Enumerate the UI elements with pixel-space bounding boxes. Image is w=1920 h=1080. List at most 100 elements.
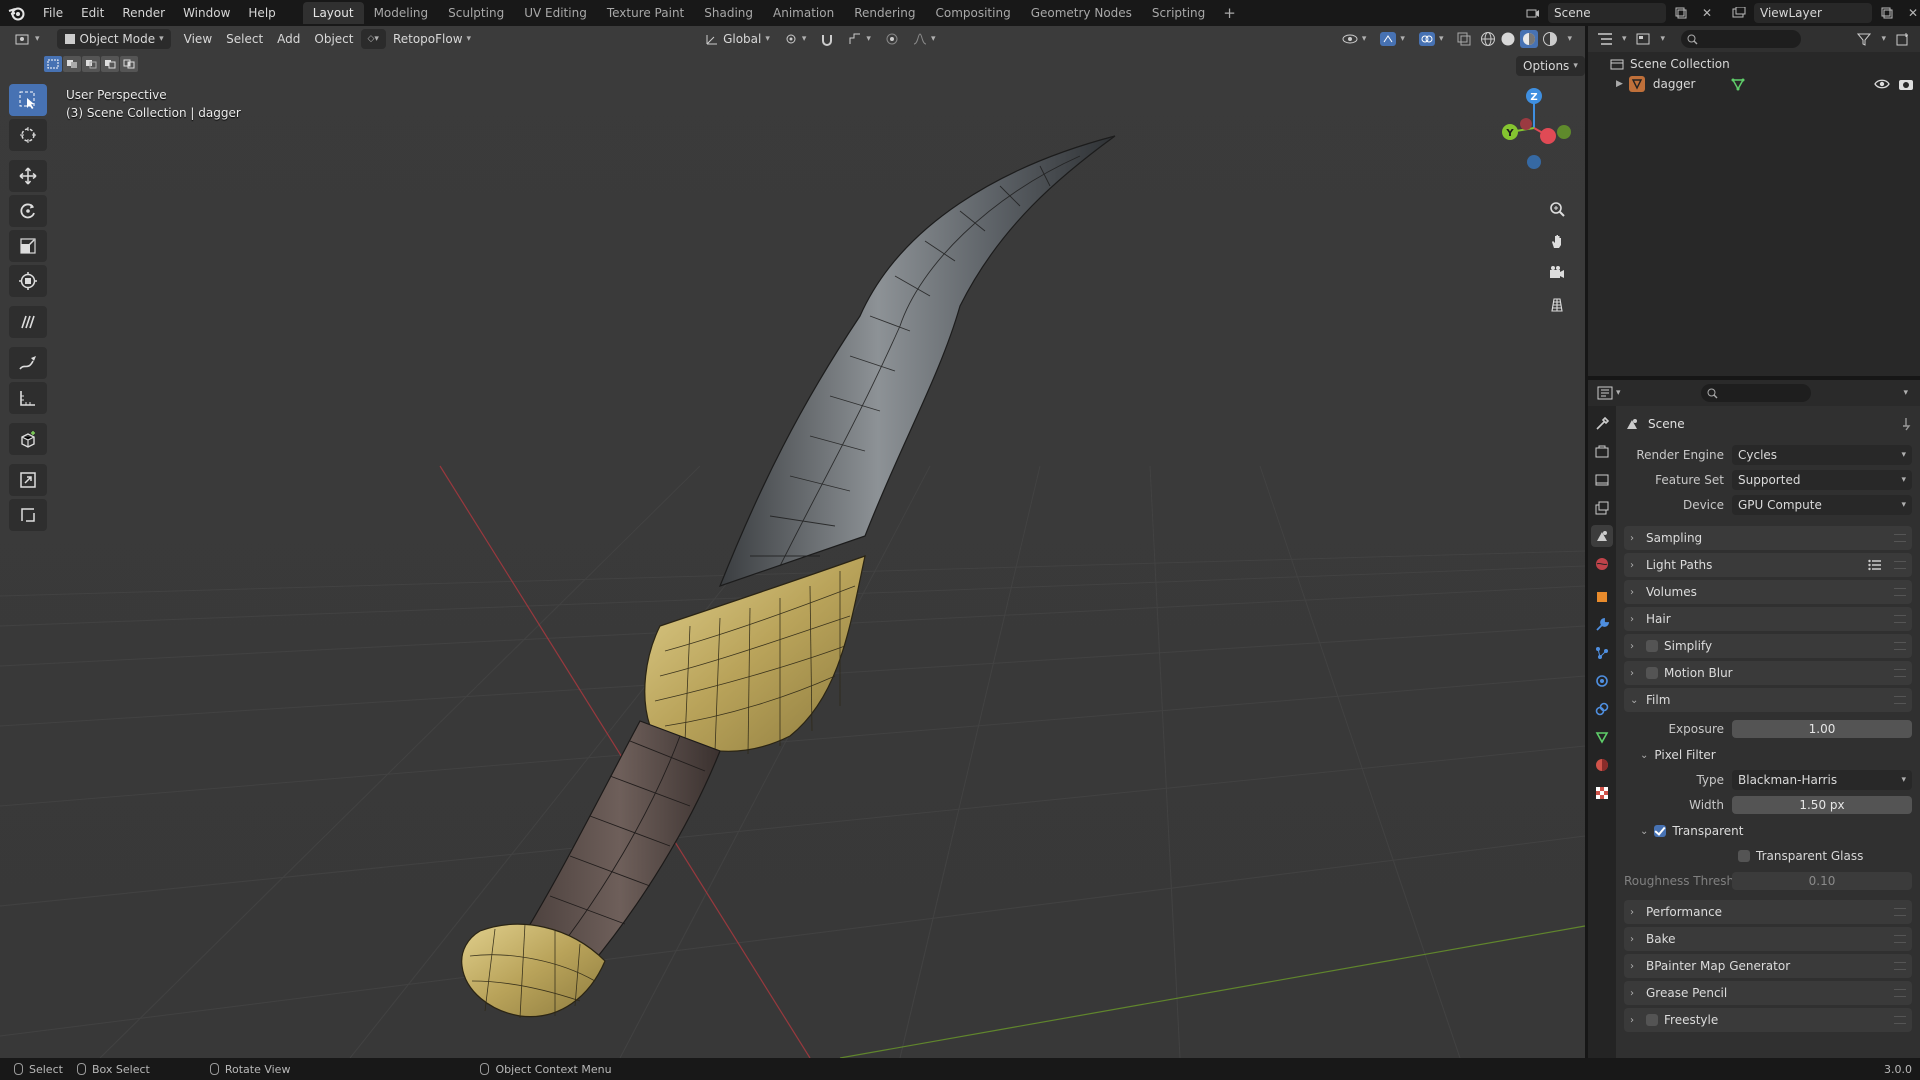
snap-target-dropdown[interactable]: ▾ [841,29,878,49]
render-engine-dropdown[interactable]: Cycles ▾ [1732,444,1912,465]
mesh-data-icon[interactable] [1731,77,1745,91]
menu-file[interactable]: File [34,0,72,26]
motion-blur-checkbox[interactable] [1646,667,1658,679]
zoom-icon[interactable] [1544,196,1570,222]
menu-window[interactable]: Window [174,0,239,26]
transform-tool-icon[interactable] [9,265,47,297]
panel-sampling[interactable]: › Sampling [1624,526,1912,550]
panel-bake[interactable]: › Bake [1624,927,1912,951]
output-tab-icon[interactable] [1591,469,1613,491]
subpanel-pixel-filter[interactable]: ⌄ Pixel Filter [1624,743,1912,767]
filter-width-field[interactable]: 1.50 px [1732,795,1912,814]
move-tool-icon[interactable] [9,160,47,192]
roughness-field[interactable]: 0.10 [1732,871,1912,890]
physics-tab-icon[interactable] [1591,670,1613,692]
tab-layout[interactable]: Layout [302,2,364,24]
overlays-toggle[interactable]: ▾ [1412,29,1451,49]
editor-type-button[interactable]: ▾ [8,29,47,49]
orientation-dropdown[interactable]: Global ▾ [698,29,777,49]
render-camera-icon[interactable] [1898,77,1914,91]
panel-grease-pencil[interactable]: › Grease Pencil [1624,981,1912,1005]
shading-material-button[interactable] [1518,29,1540,49]
outliner-search-input[interactable] [1681,30,1802,48]
presets-list-icon[interactable] [1868,559,1882,571]
transparent-glass-checkbox[interactable] [1738,849,1750,862]
feature-set-dropdown[interactable]: Supported ▾ [1732,469,1912,490]
panel-simplify[interactable]: › Simplify [1624,634,1912,658]
pivot-point-dropdown[interactable]: ▾ [777,29,814,49]
tab-animation[interactable]: Animation [763,2,844,24]
outliner-filter-icon[interactable] [1853,29,1875,49]
proportional-falloff-dropdown[interactable]: ▾ [906,29,943,49]
data-tab-icon[interactable] [1591,726,1613,748]
panel-hair[interactable]: › Hair [1624,607,1912,631]
proportional-edit-toggle[interactable] [878,29,906,49]
tool-tab-icon[interactable] [1591,413,1613,435]
eye-visibility-icon[interactable] [1874,78,1890,90]
select-subtract-icon[interactable] [82,56,100,72]
tab-rendering[interactable]: Rendering [844,2,925,24]
gizmo-neg-x-axis[interactable] [1520,118,1532,130]
tab-geometry-nodes[interactable]: Geometry Nodes [1021,2,1142,24]
annotate-draw-tool-icon[interactable] [9,347,47,379]
new-collection-icon[interactable] [1892,29,1914,49]
close-view-layer-icon[interactable]: ✕ [1902,3,1920,23]
properties-editor-type-icon[interactable] [1594,383,1616,403]
particles-tab-icon[interactable] [1591,642,1613,664]
blender-logo-icon[interactable] [0,0,34,26]
scene-name-field[interactable]: Scene [1548,3,1666,23]
outliner-editor-type-icon[interactable] [1594,29,1616,49]
view-object-types-dropdown[interactable]: ▾ [1335,29,1374,49]
perspective-grid-icon[interactable] [1544,292,1570,318]
texture-tab-icon[interactable] [1591,782,1613,804]
shading-rendered-button[interactable] [1540,29,1560,49]
tab-scripting[interactable]: Scripting [1142,2,1215,24]
gizmo-toggle[interactable]: ▾ [1373,29,1412,49]
pin-icon[interactable] [1900,417,1912,431]
rotate-tool-icon[interactable] [9,195,47,227]
shading-wireframe-button[interactable] [1478,29,1498,49]
gp-dropdown[interactable]: ◇▾ [360,29,386,49]
display-mode-icon[interactable] [1633,29,1655,49]
panel-performance[interactable]: › Performance [1624,900,1912,924]
select-invert-icon[interactable] [101,56,119,72]
snap-toggle[interactable] [813,29,841,49]
filter-type-dropdown[interactable]: Blackman-Harris ▾ [1732,769,1912,790]
view-layer-icon[interactable] [1728,3,1750,23]
select-box-tool-icon[interactable] [9,84,47,116]
device-dropdown[interactable]: GPU Compute ▾ [1732,494,1912,515]
select-new-icon[interactable] [44,56,62,72]
properties-search-input[interactable] [1700,384,1811,402]
camera-view-icon[interactable] [1544,260,1570,286]
gizmo-x-axis[interactable] [1540,128,1556,144]
select-intersect-icon[interactable] [120,56,138,72]
modifier-tab-icon[interactable] [1591,614,1613,636]
gizmo-neg-y-axis[interactable] [1557,125,1571,139]
menu-add[interactable]: Add [270,29,307,49]
tab-sculpting[interactable]: Sculpting [438,2,514,24]
panel-bpainter[interactable]: › BPainter Map Generator [1624,954,1912,978]
extrude-tool-icon[interactable] [9,499,47,531]
simplify-checkbox[interactable] [1646,640,1658,652]
tab-texture-paint[interactable]: Texture Paint [597,2,694,24]
world-tab-icon[interactable] [1591,553,1613,575]
menu-render[interactable]: Render [113,0,174,26]
xray-toggle[interactable] [1450,29,1478,49]
navigation-gizmo[interactable]: Z Y [1488,86,1572,170]
panel-motion-blur[interactable]: › Motion Blur [1624,661,1912,685]
panel-film[interactable]: ⌄ Film [1624,688,1912,712]
constraints-tab-icon[interactable] [1591,698,1613,720]
shading-solid-button[interactable] [1498,29,1518,49]
freestyle-checkbox[interactable] [1646,1014,1658,1026]
annotate-tool-icon[interactable] [9,306,47,338]
view-layer-tab-icon[interactable] [1591,497,1613,519]
shrink-fatten-tool-icon[interactable] [9,464,47,496]
menu-view[interactable]: View [177,29,219,49]
render-tab-icon[interactable] [1591,441,1613,463]
tab-compositing[interactable]: Compositing [925,2,1020,24]
expand-arrow-icon[interactable]: ▶ [1616,79,1623,89]
add-cube-tool-icon[interactable] [9,423,47,455]
retopoflow-menu[interactable]: RetopoFlow ▾ [386,29,478,49]
view-layer-field[interactable]: ViewLayer [1754,3,1872,23]
menu-edit[interactable]: Edit [72,0,113,26]
